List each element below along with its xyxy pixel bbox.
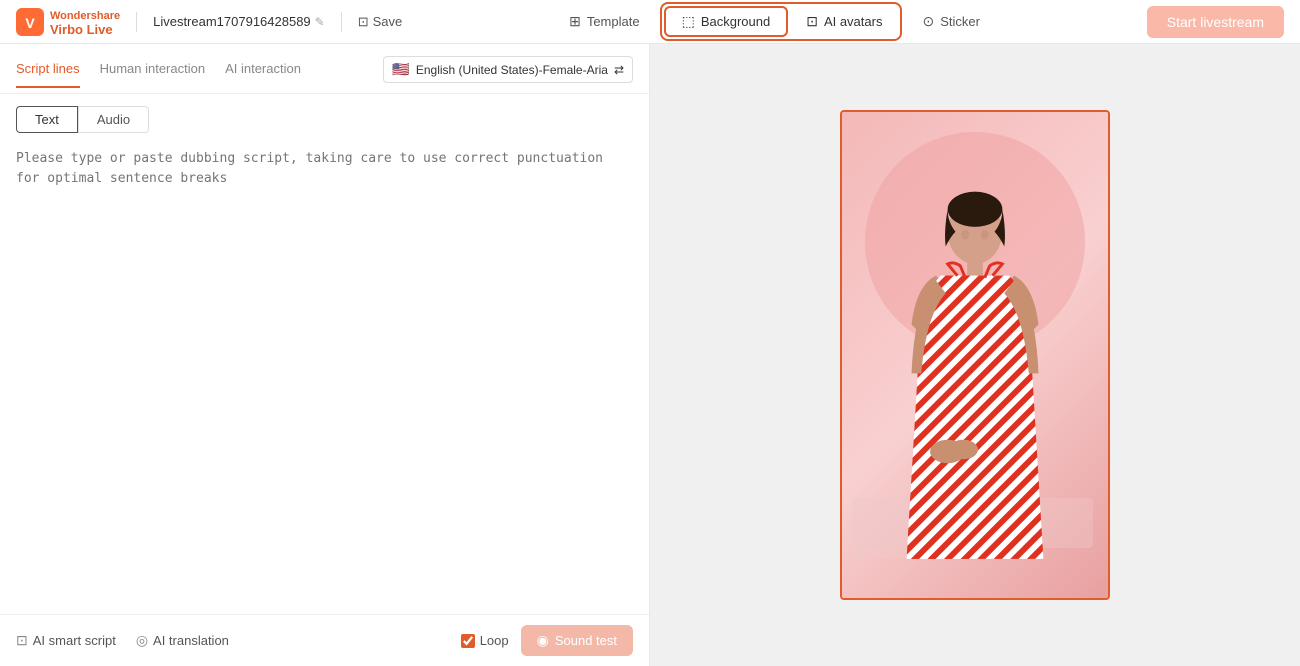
script-tabs: Script lines Human interaction AI intera… [0, 44, 649, 94]
script-textarea[interactable] [16, 149, 633, 598]
bottom-bar: ⊡ AI smart script ◎ AI translation Loop … [0, 614, 649, 666]
loop-checkbox[interactable] [461, 634, 475, 648]
sticker-tab[interactable]: ⊙ Sticker [906, 8, 995, 35]
ai-translation-label: AI translation [153, 633, 229, 648]
sticker-icon: ⊙ [922, 13, 934, 30]
bottom-left: ⊡ AI smart script ◎ AI translation [16, 632, 229, 649]
background-label: Background [701, 14, 770, 29]
right-panel [650, 44, 1300, 666]
sticker-label: Sticker [940, 14, 980, 29]
script-lines-tab[interactable]: Script lines [16, 61, 80, 88]
audio-tab[interactable]: Audio [78, 106, 149, 133]
ai-translation-button[interactable]: ◎ AI translation [136, 632, 229, 649]
logo-text: Wondershare Virbo Live [50, 7, 120, 37]
bottom-right: Loop ◉ Sound test [461, 625, 633, 656]
sound-icon: ◉ [537, 632, 549, 649]
ai-translation-icon: ◎ [136, 632, 148, 649]
livestream-title: Livestream1707916428589 ✎ [153, 14, 325, 29]
header-left: V Wondershare Virbo Live Livestream17079… [16, 7, 402, 37]
avatar-person [875, 178, 1075, 598]
header: V Wondershare Virbo Live Livestream17079… [0, 0, 1300, 44]
voice-selector-label: English (United States)-Female-Aria [416, 63, 608, 77]
divider2 [341, 12, 342, 32]
edit-icon[interactable]: ✎ [315, 15, 325, 29]
avatar-container [840, 110, 1110, 600]
save-label: Save [373, 14, 403, 29]
svg-text:V: V [25, 15, 35, 31]
logo-icon: V [16, 8, 44, 36]
header-right: Start livestream [1147, 6, 1284, 38]
logo: V Wondershare Virbo Live [16, 7, 120, 37]
loop-checkbox-label[interactable]: Loop [461, 633, 509, 648]
save-button[interactable]: ⊡ Save [358, 14, 403, 30]
start-livestream-button[interactable]: Start livestream [1147, 6, 1284, 38]
template-icon: ⊞ [569, 13, 581, 30]
ai-avatars-icon: ⊡ [806, 13, 818, 30]
sound-test-label: Sound test [555, 633, 617, 648]
ai-smart-script-button[interactable]: ⊡ AI smart script [16, 632, 116, 649]
voice-selector[interactable]: 🇺🇸 English (United States)-Female-Aria ⇄ [383, 56, 633, 83]
save-icon: ⊡ [358, 14, 369, 30]
template-label: Template [587, 14, 640, 29]
voice-selector-arrows-icon: ⇄ [614, 63, 624, 77]
human-interaction-tab[interactable]: Human interaction [100, 61, 206, 88]
livestream-name: Livestream1707916428589 [153, 14, 311, 29]
ai-smart-script-icon: ⊡ [16, 632, 28, 649]
type-tabs: Text Audio [0, 94, 649, 133]
background-avatars-group: ⬚ Background ⊡ AI avatars [660, 2, 903, 41]
script-area [0, 133, 649, 614]
avatar-background [842, 112, 1108, 598]
flag-icon: 🇺🇸 [392, 61, 409, 78]
divider [136, 12, 137, 32]
loop-label: Loop [480, 633, 509, 648]
ai-interaction-tab[interactable]: AI interaction [225, 61, 301, 88]
main: Script lines Human interaction AI intera… [0, 44, 1300, 666]
template-tab[interactable]: ⊞ Template [553, 8, 655, 35]
background-tab[interactable]: ⬚ Background [664, 6, 789, 37]
left-panel: Script lines Human interaction AI intera… [0, 44, 650, 666]
ai-smart-script-label: AI smart script [33, 633, 116, 648]
ai-avatars-tab[interactable]: ⊡ AI avatars [790, 8, 898, 35]
background-icon: ⬚ [682, 13, 695, 30]
ai-avatars-label: AI avatars [824, 14, 883, 29]
sound-test-button[interactable]: ◉ Sound test [521, 625, 633, 656]
header-center: ⊞ Template ⬚ Background ⊡ AI avatars ⊙ S… [553, 2, 996, 41]
text-tab[interactable]: Text [16, 106, 78, 133]
